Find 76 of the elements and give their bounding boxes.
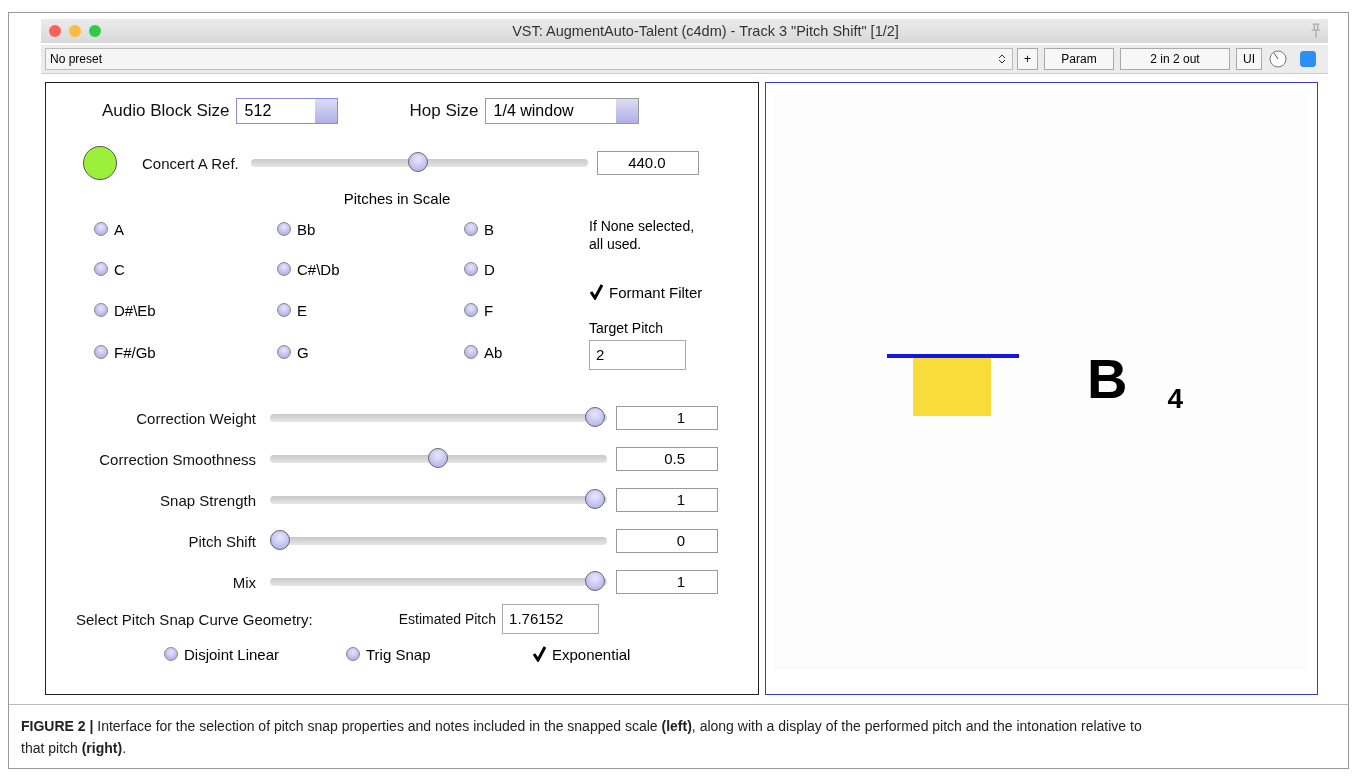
radio-button[interactable] [164,647,178,661]
check-mark[interactable] [532,646,546,662]
radio-button[interactable] [277,222,291,236]
radio-button[interactable] [277,345,291,359]
field-label: Audio Block Size [102,101,230,121]
slider-label: Pitch Shift [187,532,256,550]
radio-button[interactable] [94,262,108,276]
checkbox[interactable] [589,284,603,300]
field-label: Hop Size [409,101,479,121]
hop-size-dropdown[interactable]: 1/4 window [484,98,639,124]
option-label: F#/Gb [114,343,156,361]
option-label: Ab [484,343,503,361]
slider-thumb[interactable] [585,489,605,509]
option-label: E [297,301,307,319]
radio-button[interactable] [277,303,291,317]
option-label: Exponential [552,645,631,663]
radio-button[interactable] [346,647,360,661]
knob-icon[interactable] [1268,49,1288,69]
option-label: A [114,220,124,238]
section-heading: Select Pitch Snap Curve Geometry: [76,610,313,628]
add-button[interactable]: + [1017,48,1038,70]
value-field[interactable]: 1 [616,570,718,594]
preset-dropdown[interactable]: No preset [45,48,1013,70]
up-down-arrows-icon [998,53,1006,65]
radio-button[interactable] [94,222,108,236]
option-label: Trig Snap [366,645,431,663]
radio-button[interactable] [94,345,108,359]
option-label: Formant Filter [609,283,703,301]
slider-thumb[interactable] [585,407,605,427]
slider-label: Correction Weight [135,409,256,427]
option-label: C [114,260,125,278]
value-field[interactable]: 440.0 [596,151,699,175]
param-button[interactable]: Param [1044,48,1114,70]
slider-thumb[interactable] [270,530,290,550]
option-label: D#\Eb [114,301,156,319]
value-field[interactable]: 1 [616,406,718,430]
value-field[interactable]: 0.5 [616,447,718,471]
zoom-button[interactable] [89,25,101,37]
radio-button[interactable] [464,222,478,236]
close-button[interactable] [49,25,61,37]
target-pitch-field[interactable]: 2 [589,340,686,370]
figure-caption: FIGURE 2 | Interface for the selection of pitch snap properties and notes included in the snapped scale (left), along with a display of the performed pitch and the intonation relative to that pitch (right). [9,704,1348,759]
radio-button[interactable] [464,345,478,359]
slider-label: Concert A Ref. [142,154,239,172]
value-field[interactable]: 0 [616,529,718,553]
slider-label: Correction Smoothness [98,450,256,468]
slider-thumb[interactable] [408,152,429,172]
window-title: VST: AugmentAuto-Talent (c4dm) - Track 3 "Pitch Shift" [1/2] [511,23,900,39]
value-field[interactable]: 1 [616,488,718,512]
io-button[interactable]: 2 in 2 out [1120,48,1230,70]
option-label: B [484,220,494,238]
option-label: C#\Db [297,260,340,278]
radio-button[interactable] [464,303,478,317]
field-label: Estimated Pitch [398,611,497,627]
radio-button[interactable] [277,262,291,276]
slider-thumb[interactable] [427,448,448,468]
slider-thumb[interactable] [585,571,605,591]
slider-label: Mix [231,573,256,591]
note-name: B [1087,349,1128,409]
octave-number: 4 [1167,384,1184,414]
estimated-pitch-field[interactable]: 1.76152 [502,604,600,634]
block-size-dropdown[interactable]: 512 [235,98,338,124]
option-label: F [484,301,494,319]
slider-label: Snap Strength [159,491,256,509]
radio-button[interactable] [94,303,108,317]
section-heading: Pitches in Scale [342,190,452,207]
option-label: Bb [297,220,316,238]
ui-button[interactable]: UI [1236,48,1262,70]
option-label: G [297,343,309,361]
enable-checkbox[interactable] [1300,51,1316,67]
option-label: D [484,260,495,278]
option-label: Disjoint Linear [184,645,280,663]
pin-icon[interactable] [1310,23,1322,39]
radio-button[interactable] [464,262,478,276]
help-text: If None selected, all used. [589,217,696,253]
field-label: Target Pitch [589,320,664,338]
